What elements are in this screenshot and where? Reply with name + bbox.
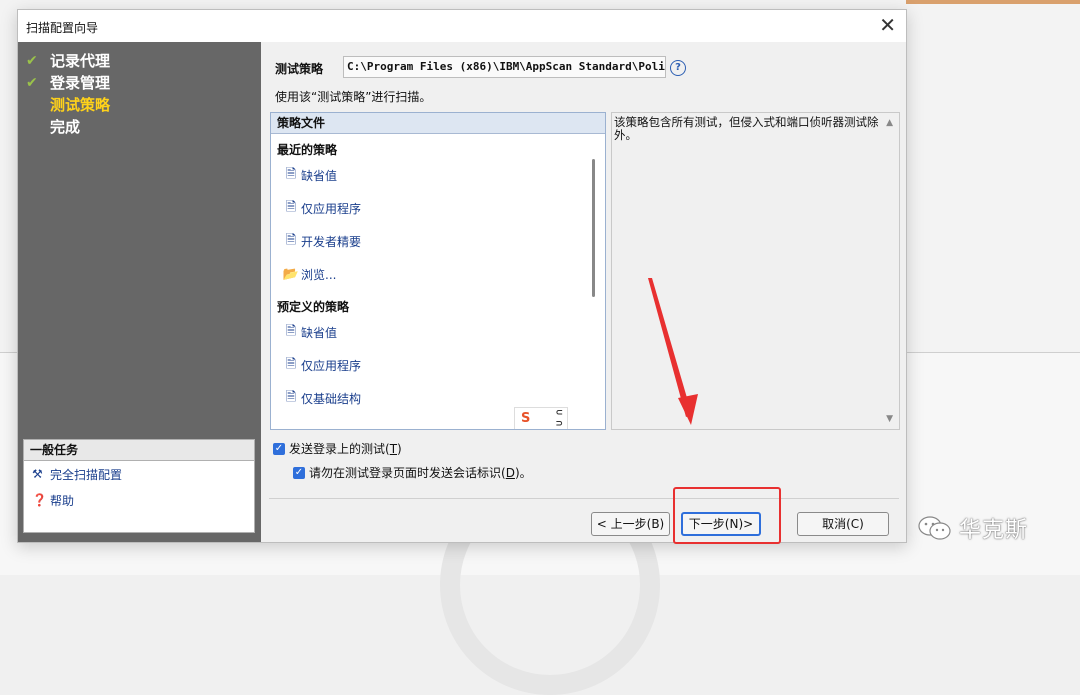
scroll-up-icon[interactable]: ▲: [886, 118, 893, 128]
no-session-id-option[interactable]: ✓ 请勿在测试登录页面时发送会话标识(D)。: [293, 464, 532, 481]
wizard-main: 测试策略 C:\Program Files (x86)\IBM\AppScan …: [261, 42, 906, 542]
tools-icon: ⚒: [32, 467, 43, 481]
title-bar: 扫描配置向导 ✕: [18, 10, 906, 42]
policy-path-field[interactable]: C:\Program Files (x86)\IBM\AppScan Stand…: [343, 56, 666, 78]
policy-list-scrollbar[interactable]: [592, 159, 595, 297]
predefined-policy-default[interactable]: 🗎 缺省值: [271, 316, 605, 349]
full-scan-config-link[interactable]: ⚒ 完全扫描配置: [24, 461, 254, 487]
help-icon: ❓: [32, 493, 47, 507]
button-separator: [269, 498, 899, 499]
window-title: 扫描配置向导: [26, 21, 99, 35]
step-test-policy: 测试策略: [26, 94, 110, 116]
predefined-policies-heading: 预定义的策略: [277, 300, 350, 314]
wizard-sidebar: ✔ 记录代理 ✔ 登录管理 测试策略 完成 一般任务 ⚒ 完全扫描配置 ❓ 帮助: [18, 42, 261, 542]
policy-usage-text: 使用该“测试策略”进行扫描。: [275, 90, 432, 104]
close-icon[interactable]: ✕: [879, 15, 896, 35]
help-link[interactable]: ❓ 帮助: [24, 487, 254, 513]
check-icon: ✔: [26, 53, 38, 69]
send-login-tests-option[interactable]: ✓ 发送登录上的测试(T): [273, 440, 402, 457]
policy-file-icon: 🗎: [285, 323, 297, 339]
scan-config-wizard-dialog: 扫描配置向导 ✕ ✔ 记录代理 ✔ 登录管理 测试策略 完成 一般任务 ⚒ 完全扫描…: [17, 9, 907, 543]
check-icon: ✔: [26, 75, 38, 91]
policy-files-panel: 策略文件 最近的策略 🗎 缺省值 🗎 仅应用程序 🗎 开发者精要 📂 浏览... 预定义…: [270, 112, 606, 430]
step-label: 登录管理: [50, 74, 111, 92]
task-label: 帮助: [50, 493, 75, 508]
send-login-tests-label: 发送登录上的测试: [289, 442, 386, 456]
ime-toolbar-icon[interactable]: S ⊂ ⊃: [514, 407, 568, 429]
step-record-proxy: ✔ 记录代理: [26, 50, 110, 72]
policy-file-icon: 🗎: [285, 389, 297, 405]
step-finish: 完成: [26, 116, 110, 138]
policy-file-icon: 🗎: [285, 166, 297, 182]
recent-policy-default[interactable]: 🗎 缺省值: [271, 159, 605, 192]
policy-label: 测试策略: [275, 62, 324, 76]
policy-file-icon: 🗎: [285, 356, 297, 372]
cancel-button[interactable]: 取消(C): [797, 512, 889, 536]
general-tasks-header: 一般任务: [24, 440, 254, 461]
recent-policy-developer[interactable]: 🗎 开发者精要: [271, 225, 605, 258]
policy-description-text: 该策略包含所有测试，但侵入式和端口侦听器测试除外。: [614, 115, 879, 142]
step-label: 测试策略: [50, 96, 111, 114]
recent-policies-heading: 最近的策略: [277, 143, 338, 157]
previous-button[interactable]: < 上一步(B): [591, 512, 670, 536]
scroll-down-icon[interactable]: ▼: [886, 414, 893, 424]
background-bar: [906, 0, 1080, 4]
predefined-policy-app-only[interactable]: 🗎 仅应用程序: [271, 349, 605, 382]
general-tasks-panel: 一般任务 ⚒ 完全扫描配置 ❓ 帮助: [23, 439, 255, 533]
open-folder-icon: 📂: [282, 267, 300, 282]
policy-files-header: 策略文件: [271, 113, 605, 134]
step-label: 记录代理: [50, 52, 111, 70]
question-icon[interactable]: ?: [670, 60, 686, 76]
task-label: 完全扫描配置: [50, 467, 123, 482]
policy-file-icon: 🗎: [285, 232, 297, 248]
watermark: 华克斯: [917, 512, 1028, 544]
wizard-steps: ✔ 记录代理 ✔ 登录管理 测试策略 完成: [26, 50, 110, 138]
send-login-tests-checkbox[interactable]: ✓: [273, 442, 285, 455]
watermark-text: 华克斯: [959, 518, 1029, 543]
annotation-highlight-box: [673, 487, 781, 544]
wechat-icon: [918, 516, 951, 540]
recent-policy-app-only[interactable]: 🗎 仅应用程序: [271, 192, 605, 225]
step-label: 完成: [50, 118, 81, 136]
policy-file-icon: 🗎: [285, 199, 297, 215]
annotation-arrow: [648, 278, 698, 425]
no-session-id-checkbox[interactable]: ✓: [293, 466, 305, 479]
step-login-management: ✔ 登录管理: [26, 72, 110, 94]
browse-policy-link[interactable]: 📂 浏览...: [271, 258, 605, 291]
no-session-id-label: 请勿在测试登录页面时发送会话标识: [309, 466, 502, 480]
